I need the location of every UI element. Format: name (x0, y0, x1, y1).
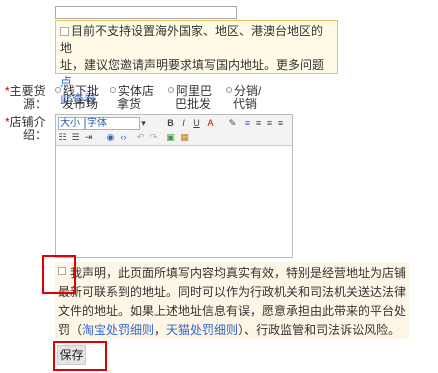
globe-link-icon[interactable]: ◉ (106, 132, 115, 142)
redo-button[interactable]: ↷ (149, 132, 158, 142)
info-icon (60, 27, 69, 37)
bold-button[interactable]: B (166, 118, 175, 128)
source-option-distribution[interactable]: 分销/ 代销 (226, 85, 261, 111)
align-justify-icon[interactable]: ≡ (276, 118, 285, 128)
unordered-list-icon[interactable]: ☰ (71, 132, 80, 142)
main-source-label-2: 源： (23, 97, 48, 111)
overseas-address-notice: 目前不支持设置海外国家、地区、港澳台地区的地 址，建议您邀请声明要求填写国内地址… (55, 20, 338, 106)
dropdown-arrow-icon[interactable]: ▾ (139, 118, 148, 128)
editor-toolbar: 大小 字体 ▾ B I U A ✎ ≡ ≡ ≡ ≡ ☷ ☰ ⇥ ◉ ‹› ↶ ↷… (56, 115, 292, 146)
radio-icon[interactable] (55, 87, 61, 93)
indent-icon[interactable]: ⇥ (84, 132, 93, 142)
declaration-separator: ， (154, 323, 167, 337)
align-right-icon[interactable]: ≡ (265, 118, 274, 128)
source-option-text: 阿里巴 (176, 84, 213, 98)
radio-icon[interactable] (226, 87, 232, 93)
source-option-physical-store[interactable]: 实体店 拿货 (110, 85, 154, 111)
legal-declaration: 我声明，此页面所填写内容均真实有效，特别是经营地址为店铺 最新可联系到的地址。同… (55, 262, 409, 339)
highlight-icon[interactable]: ✎ (228, 118, 237, 128)
radio-icon[interactable] (110, 87, 116, 93)
source-option-text: 发市场 (62, 97, 99, 111)
shop-intro-label-1: 店铺介 (9, 115, 46, 129)
align-center-icon[interactable]: ≡ (254, 118, 263, 128)
save-highlight-box (53, 341, 107, 371)
source-option-text: 巴批发 (175, 97, 212, 111)
declaration-text-2: 最新可联系到的地址。同时可以作为行政机关和司法机关送达法律 (58, 285, 407, 299)
source-option-offline-market[interactable]: 线下批 发市场 (55, 85, 99, 111)
declaration-text-3: 文件的地址。如果上述地址信息有误，愿意承担由此带来的平台处 (58, 304, 407, 318)
code-icon[interactable]: ‹› (119, 132, 128, 142)
shop-intro-editor[interactable]: 大小 字体 ▾ B I U A ✎ ≡ ≡ ≡ ≡ ☷ ☰ ⇥ ◉ ‹› ↶ ↷… (55, 114, 293, 258)
declaration-text-4a: 罚（ (58, 323, 83, 337)
font-family-select[interactable]: 字体 (85, 117, 140, 130)
font-size-select[interactable]: 大小 (58, 117, 85, 130)
undo-button[interactable]: ↶ (136, 132, 145, 142)
source-option-text: 代销 (233, 97, 258, 111)
main-source-label-1: 主要货 (9, 84, 46, 98)
radio-icon[interactable] (168, 87, 174, 93)
tmall-penalty-link[interactable]: 天猫处罚细则 (166, 323, 238, 337)
ordered-list-icon[interactable]: ☷ (58, 132, 67, 142)
align-left-icon[interactable]: ≡ (243, 118, 252, 128)
source-option-text: 线下批 (63, 84, 100, 98)
image-icon[interactable]: ▣ (166, 132, 175, 142)
source-option-text: 实体店 (118, 84, 155, 98)
source-option-alibaba[interactable]: 阿里巴 巴批发 (168, 85, 212, 111)
declaration-text-1: 我声明，此页面所填写内容均真实有效，特别是经营地址为店铺 (70, 266, 407, 280)
notice-text-1: 目前不支持设置海外国家、地区、港澳台地区的地 (60, 24, 324, 55)
main-source-label: *主要货 源： (5, 85, 47, 111)
underline-button[interactable]: U (192, 118, 201, 128)
table-icon[interactable]: ▦ (180, 132, 189, 142)
declaration-text-4b: ）、行政监管和司法诉讼风险。 (238, 323, 401, 337)
address-input[interactable] (55, 6, 237, 19)
taobao-penalty-link[interactable]: 淘宝处罚细则 (82, 323, 154, 337)
shop-intro-label: *店铺介 绍： (5, 116, 47, 142)
checkbox-highlight-box (42, 255, 76, 294)
source-option-text: 拿货 (117, 97, 142, 111)
source-option-text: 分销/ (234, 84, 262, 98)
notice-text-2: 址，建议您邀请声明要求填写国内地址。更多问题 (60, 58, 325, 72)
shop-intro-label-2: 绍： (23, 128, 48, 142)
text-color-button[interactable]: A (206, 118, 215, 128)
italic-button[interactable]: I (179, 118, 188, 128)
